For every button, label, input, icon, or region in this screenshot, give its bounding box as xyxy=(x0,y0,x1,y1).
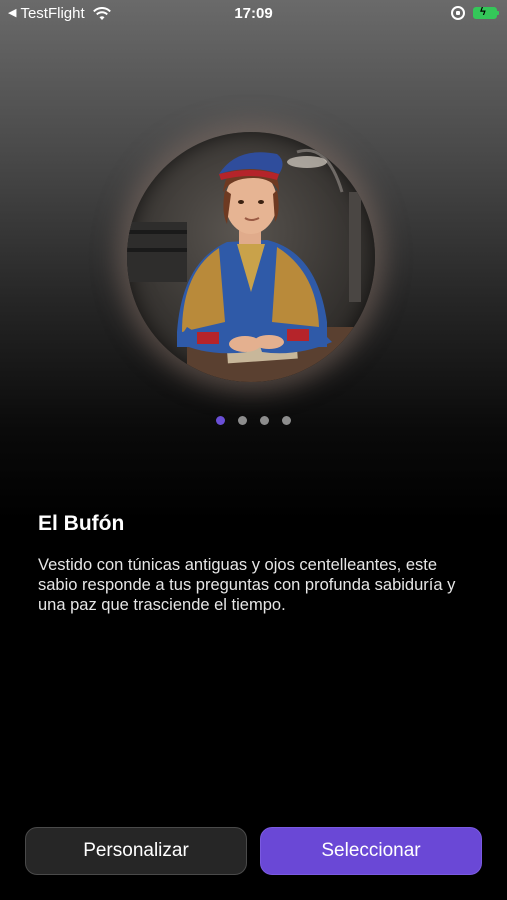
character-illustration xyxy=(127,149,375,382)
status-time: 17:09 xyxy=(234,5,273,22)
seleccionar-button[interactable]: Seleccionar xyxy=(260,827,482,875)
character-name: El Bufón xyxy=(38,512,125,535)
character-portrait xyxy=(127,132,375,382)
personalizar-button[interactable]: Personalizar xyxy=(25,827,247,875)
orientation-lock-icon xyxy=(451,6,465,20)
status-bar: ◀ TestFlight 17:09 ϟ xyxy=(0,0,507,28)
page-dot-2[interactable] xyxy=(238,416,247,425)
character-description: Vestido con túnicas antiguas y ojos cent… xyxy=(38,556,456,614)
page-indicator[interactable] xyxy=(0,416,507,425)
page-dot-3[interactable] xyxy=(260,416,269,425)
page-dot-1[interactable] xyxy=(216,416,225,425)
page-dot-4[interactable] xyxy=(282,416,291,425)
battery-charging-icon: ϟ xyxy=(473,6,499,19)
